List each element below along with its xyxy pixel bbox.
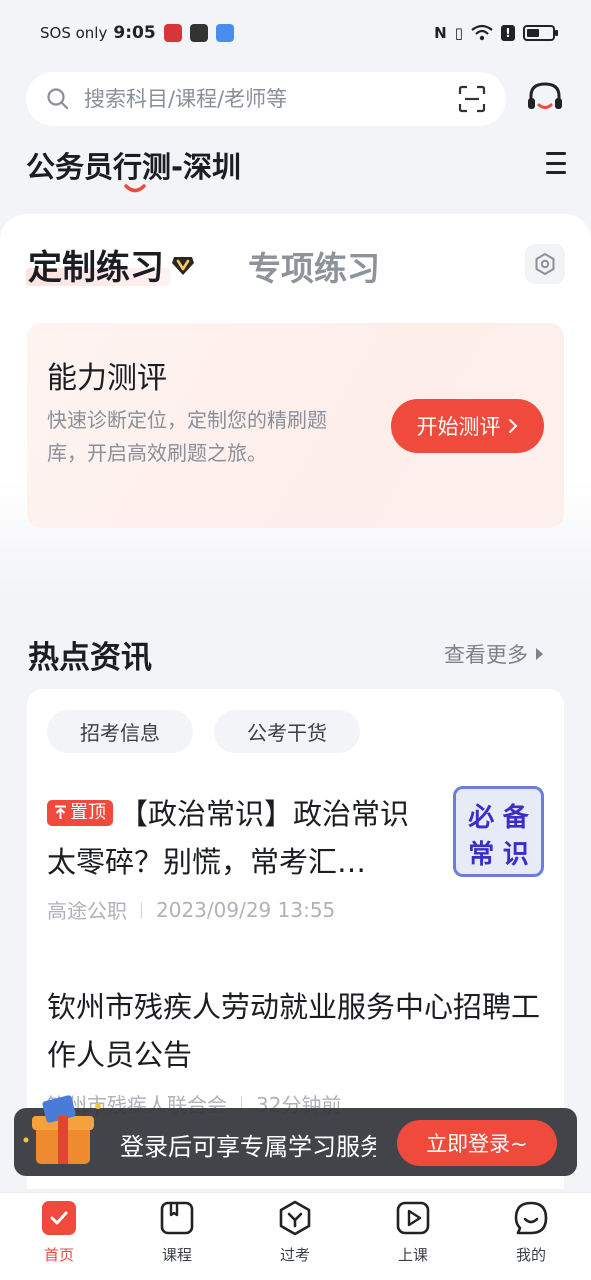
nav-profile-label: 我的 (515, 1246, 546, 1264)
chip-recruitment-info[interactable]: 招考信息 (47, 710, 193, 753)
nav-profile[interactable]: 我的 (491, 1200, 571, 1272)
play-icon (396, 1201, 430, 1235)
app-notification-icon (163, 24, 182, 42)
search-bar[interactable] (26, 72, 506, 126)
article-1-time: 2023/09/29 13:55 (156, 897, 336, 922)
vip-icon (172, 257, 194, 275)
tab-custom-practice[interactable]: 定制练习 (28, 240, 164, 289)
assessment-description: 快速诊断定位，定制您的精刷题库，开启高效刷题之旅。 (47, 408, 327, 465)
assessment-title: 能力测评 (47, 361, 167, 396)
pin-top-icon (55, 805, 66, 819)
hexagon-check-icon (279, 1200, 311, 1236)
status-bar-right: N ▯ ! (434, 21, 558, 45)
nav-home-label: 首页 (43, 1246, 74, 1264)
article-1-thumbnail[interactable]: 必 备 常 识 (453, 786, 544, 877)
thumb-char: 常 (468, 840, 495, 870)
pinned-label: 置顶 (70, 801, 106, 823)
book-icon (160, 1201, 194, 1235)
menu-icon[interactable] (546, 152, 566, 174)
nav-courses-label: 课程 (161, 1246, 192, 1264)
home-icon (42, 1201, 76, 1235)
alert-icon: ! (501, 25, 515, 41)
nav-home[interactable]: 首页 (19, 1200, 99, 1272)
chip-exam-tips[interactable]: 公考干货 (214, 710, 360, 753)
login-now-button[interactable]: 立即登录~ (397, 1120, 557, 1166)
nav-class-label: 上课 (397, 1246, 428, 1264)
nfc-icon: N (434, 24, 447, 42)
profile-face-icon (514, 1201, 548, 1235)
pinned-badge: 置顶 (47, 799, 113, 826)
nav-pass-exam-label: 过考 (279, 1246, 310, 1264)
view-more-label: 查看更多 (444, 643, 528, 667)
nav-pass-exam[interactable]: 过考 (255, 1200, 335, 1272)
mail-notification-icon (215, 24, 234, 42)
view-more-link[interactable]: 查看更多 (444, 639, 544, 669)
wifi-icon (471, 24, 493, 41)
tab-special-practice[interactable]: 专项练习 (248, 242, 380, 290)
news-article-1[interactable]: 置顶 【政治常识】政治常识太零碎？别慌，常考汇… (47, 790, 427, 886)
article-1-meta: 高途公职 2023/09/29 13:55 (47, 895, 335, 924)
caret-right-icon (536, 648, 543, 660)
settings-button[interactable] (525, 244, 565, 284)
chevron-right-icon (508, 419, 517, 433)
carrier-text: SOS only (40, 24, 108, 42)
page-title[interactable]: 公务员行测-深圳 (26, 144, 241, 186)
thumb-char: 识 (502, 840, 529, 870)
vibrate-icon: ▯ (454, 24, 463, 42)
upload-notification-icon (189, 24, 208, 42)
meta-divider (141, 901, 142, 918)
battery-icon (523, 25, 558, 41)
search-icon (47, 88, 69, 110)
gift-box-icon (23, 1095, 101, 1164)
nav-courses[interactable]: 课程 (137, 1200, 217, 1272)
scan-icon[interactable] (458, 85, 486, 113)
settings-icon (535, 253, 555, 275)
thumb-char: 备 (502, 803, 529, 833)
article-1-source: 高途公职 (47, 899, 127, 923)
login-prompt-text: 登录后可享专属学习服务 (120, 1133, 376, 1161)
thumb-char: 必 (468, 803, 495, 833)
search-input[interactable] (84, 87, 458, 111)
status-bar-left: SOS only 9:05 (40, 21, 234, 45)
start-assessment-button[interactable]: 开始测评 (391, 399, 544, 453)
clock: 9:05 (113, 23, 156, 43)
hot-news-heading: 热点资讯 (28, 640, 152, 676)
news-article-2[interactable]: 钦州市残疾人劳动就业服务中心招聘工作人员公告 (47, 983, 547, 1079)
title-underline-decoration (124, 184, 146, 193)
customer-service-icon[interactable] (522, 76, 568, 122)
nav-class[interactable]: 上课 (373, 1200, 453, 1272)
start-assessment-label: 开始测评 (416, 415, 501, 439)
